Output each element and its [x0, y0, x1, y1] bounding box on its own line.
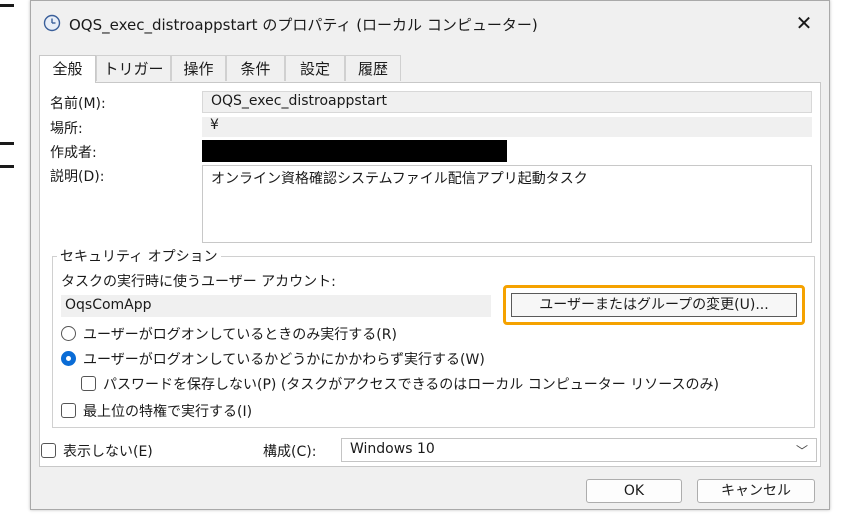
window-title: OQS_exec_distroappstart のプロパティ (ローカル コンピ… — [69, 16, 538, 34]
config-select[interactable]: Windows 10 ﹀ — [341, 438, 817, 462]
checkbox-no-password-label[interactable]: パスワードを保存しない(P) (タスクがアクセスできるのはローカル コンピュータ… — [103, 374, 719, 394]
close-button[interactable]: ✕ — [789, 9, 819, 37]
checkbox-hidden-label[interactable]: 表示しない(E) — [63, 441, 153, 461]
location-label: 場所: — [50, 121, 83, 137]
radio-logged-on-only[interactable] — [61, 326, 76, 341]
tab-conditions[interactable]: 条件 — [226, 55, 285, 81]
ok-button[interactable]: OK — [586, 479, 682, 503]
account-field: OqsComApp — [61, 295, 491, 317]
page-edge-mark — [0, 4, 14, 7]
clock-icon — [43, 14, 61, 32]
security-options-label: セキュリティ オプション — [57, 246, 221, 266]
page-edge-mark — [0, 165, 14, 168]
radio-whether-logged-on-label[interactable]: ユーザーがログオンしているかどうかにかかわらず実行する(W) — [83, 349, 485, 369]
description-value: オンライン資格確認システムファイル配信アプリ起動タスク — [211, 171, 588, 187]
checkbox-highest-privileges[interactable] — [61, 403, 76, 418]
description-textarea[interactable]: オンライン資格確認システムファイル配信アプリ起動タスク — [202, 165, 812, 243]
change-user-button[interactable]: ユーザーまたはグループの変更(U)... — [511, 293, 797, 317]
tab-general[interactable]: 全般 — [39, 55, 96, 83]
checkbox-hidden[interactable] — [41, 443, 56, 458]
page-edge-mark — [0, 142, 14, 145]
description-label: 説明(D): — [50, 169, 105, 185]
tab-actions[interactable]: 操作 — [171, 55, 226, 81]
cancel-button[interactable]: キャンセル — [697, 479, 815, 503]
account-value: OqsComApp — [65, 297, 152, 313]
name-label: 名前(M): — [50, 96, 106, 112]
config-label: 構成(C): — [263, 444, 317, 460]
name-field: OQS_exec_distroappstart — [202, 91, 812, 113]
author-value-redacted — [202, 140, 507, 162]
title-bar: OQS_exec_distroappstart のプロパティ (ローカル コンピ… — [31, 1, 829, 47]
location-value: ¥ — [210, 117, 219, 133]
radio-whether-logged-on[interactable] — [61, 351, 76, 366]
checkbox-highest-privileges-label[interactable]: 最上位の特権で実行する(I) — [83, 401, 252, 421]
tab-history[interactable]: 履歴 — [345, 55, 401, 81]
checkbox-no-password[interactable] — [81, 376, 96, 391]
author-label: 作成者: — [50, 145, 97, 161]
location-field: ¥ — [202, 117, 812, 137]
tab-settings[interactable]: 設定 — [285, 55, 345, 81]
name-value: OQS_exec_distroappstart — [211, 93, 387, 109]
config-select-value: Windows 10 — [350, 441, 435, 457]
account-prompt: タスクの実行時に使うユーザー アカウント: — [61, 274, 336, 290]
properties-dialog: OQS_exec_distroappstart のプロパティ (ローカル コンピ… — [30, 0, 830, 510]
general-tab-panel: 名前(M): OQS_exec_distroappstart 場所: ¥ 作成者… — [39, 82, 821, 467]
security-options-group: セキュリティ オプション タスクの実行時に使うユーザー アカウント: OqsCo… — [52, 246, 815, 428]
chevron-down-icon: ﹀ — [795, 444, 808, 458]
radio-logged-on-only-label[interactable]: ユーザーがログオンしているときのみ実行する(R) — [83, 324, 397, 344]
tab-triggers[interactable]: トリガー — [96, 55, 171, 81]
